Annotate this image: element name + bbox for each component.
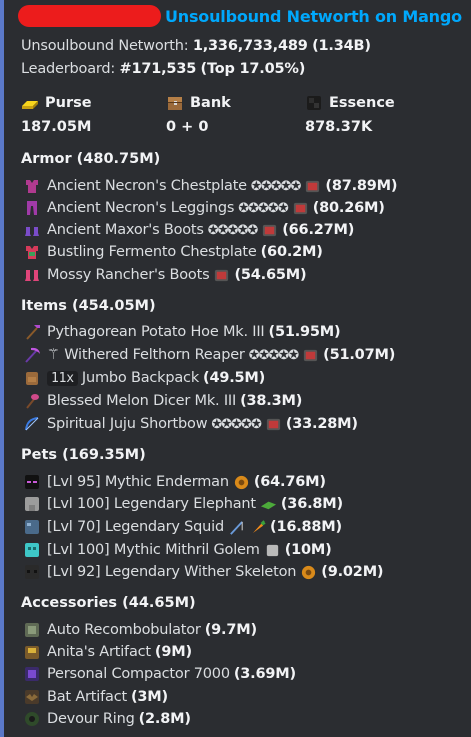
recomb-gem-icon xyxy=(306,180,320,192)
leaderboard-percent: (Top 17.05%) xyxy=(200,61,306,77)
bank-label: Bank xyxy=(190,95,231,111)
networth-short: (1.34B) xyxy=(312,38,371,54)
inventory-item: ⚚ Withered Felthorn Reaper ✪✪✪✪✪ (51.07M… xyxy=(23,344,395,366)
carrot-icon xyxy=(252,519,266,533)
purse-summary: Purse 187.05M xyxy=(21,94,92,135)
bank-chest-icon xyxy=(168,97,182,110)
pet-item: [Lvl 95] Mythic Enderman (64.76M) xyxy=(23,471,326,493)
personal-compactor-icon xyxy=(25,667,39,681)
accessory-item: Bat Artifact (3M) xyxy=(23,686,168,708)
pet-item: [Lvl 70] Legendary Squid (16.88M) xyxy=(23,516,342,538)
accessories-section-title: Accessories (44.65M) xyxy=(21,595,196,611)
accessory-item: Anita's Artifact (9M) xyxy=(23,641,192,663)
necron-leggings-icon xyxy=(27,201,37,215)
backpack-icon xyxy=(26,372,38,385)
star-rating: ✪✪✪✪✪ xyxy=(250,178,301,194)
leaderboard-rank: #171,535 xyxy=(119,61,197,77)
redacted-username xyxy=(18,5,161,27)
accessory-item: Auto Recombobulator (9.7M) xyxy=(23,619,257,641)
networth-label: Unsoulbound Networth: xyxy=(21,38,189,54)
armor-item: Ancient Necron's Chestplate ✪✪✪✪✪ (87.89… xyxy=(23,175,398,197)
shortbow-icon xyxy=(25,417,39,431)
potato-hoe-icon xyxy=(26,325,40,340)
armor-item: Mossy Rancher's Boots (54.65M) xyxy=(23,264,307,286)
maxor-boots-icon xyxy=(25,227,39,236)
bank-value: 0 + 0 xyxy=(166,119,209,135)
bat-artifact-icon xyxy=(25,690,39,704)
accessory-item: Personal Compactor 7000 (3.69M) xyxy=(23,663,296,685)
inventory-item: Blessed Melon Dicer Mk. III (38.3M) xyxy=(23,390,302,412)
inventory-item: Pythagorean Potato Hoe Mk. III (51.95M) xyxy=(23,321,341,343)
leaderboard-label: Leaderboard: xyxy=(21,61,116,77)
devour-ring-icon xyxy=(25,712,39,726)
recomb-gem-icon xyxy=(266,418,280,430)
gold-ingot-icon xyxy=(22,101,38,109)
star-rating: ✪✪✪✪✪ xyxy=(207,222,258,238)
armor-item: Bustling Fermento Chestplate (60.2M) xyxy=(23,241,323,263)
leaderboard-line: Leaderboard: #171,535 (Top 17.05%) xyxy=(21,61,305,77)
elephant-pet-icon xyxy=(25,497,39,511)
fishing-rod-icon xyxy=(230,520,243,535)
item-count-badge: 11x xyxy=(47,370,78,386)
embed-header: Unsoulbound Networth on Mango xyxy=(16,4,462,28)
essence-label: Essence xyxy=(329,95,395,111)
embed-title-link[interactable]: Unsoulbound Networth on Mango xyxy=(165,7,462,26)
pet-item-icon xyxy=(266,544,278,556)
wither-essence-icon xyxy=(307,96,321,110)
star-rating: ✪✪✪✪✪ xyxy=(211,416,261,432)
essence-value: 878.37K xyxy=(305,119,373,135)
networth-value: 1,336,733,489 xyxy=(192,38,308,54)
pet-item-icon xyxy=(234,475,248,489)
squid-pet-icon xyxy=(25,520,39,534)
networth-embed: Unsoulbound Networth on Mango Unsoulboun… xyxy=(0,0,467,737)
enderman-pet-icon xyxy=(25,475,39,489)
armor-section-title: Armor (480.75M) xyxy=(21,151,161,167)
pet-item: [Lvl 100] Legendary Elephant (36.8M) xyxy=(23,493,343,515)
essence-summary: Essence 878.37K xyxy=(305,94,395,135)
pet-item: [Lvl 92] Legendary Wither Skeleton (9.02… xyxy=(23,561,384,583)
rancher-boots-icon xyxy=(25,270,39,281)
pets-section-title: Pets (169.35M) xyxy=(21,447,146,463)
recomb-gem-icon xyxy=(215,269,229,281)
recomb-gem-icon xyxy=(263,224,277,236)
fermento-chestplate-icon xyxy=(26,246,38,259)
auto-recombobulator-icon xyxy=(25,623,39,637)
pet-item: [Lvl 100] Mythic Mithril Golem (10M) xyxy=(23,539,332,561)
wither-skeleton-pet-icon xyxy=(25,565,39,579)
bank-summary: Bank 0 + 0 xyxy=(166,94,231,135)
items-section-title: Items (454.05M) xyxy=(21,298,156,314)
recomb-gem-icon xyxy=(293,202,307,214)
melon-dicer-icon xyxy=(26,394,39,409)
armor-item: Ancient Maxor's Boots ✪✪✪✪✪ (66.27M) xyxy=(23,219,354,241)
armor-item: Ancient Necron's Leggings ✪✪✪✪✪ (80.26M) xyxy=(23,197,385,219)
purse-value: 187.05M xyxy=(21,119,92,135)
recomb-gem-icon xyxy=(304,349,318,361)
purse-label: Purse xyxy=(45,95,92,111)
pet-item-icon xyxy=(302,565,316,579)
networth-line: Unsoulbound Networth: 1,336,733,489 (1.3… xyxy=(21,38,371,54)
scythe-icon xyxy=(25,347,40,363)
inventory-item: 11x Jumbo Backpack (49.5M) xyxy=(23,367,265,389)
star-rating: ✪✪✪✪✪ xyxy=(238,200,288,216)
inventory-item: Spiritual Juju Shortbow ✪✪✪✪✪ (33.28M) xyxy=(23,413,358,435)
anitas-artifact-icon xyxy=(25,646,39,659)
accessory-item: Devour Ring (2.8M) xyxy=(23,708,191,730)
necron-chestplate-icon xyxy=(26,180,38,193)
mithril-golem-pet-icon xyxy=(25,543,39,557)
star-rating: ✪✪✪✪✪ xyxy=(248,347,299,363)
pet-item-icon xyxy=(260,501,276,509)
